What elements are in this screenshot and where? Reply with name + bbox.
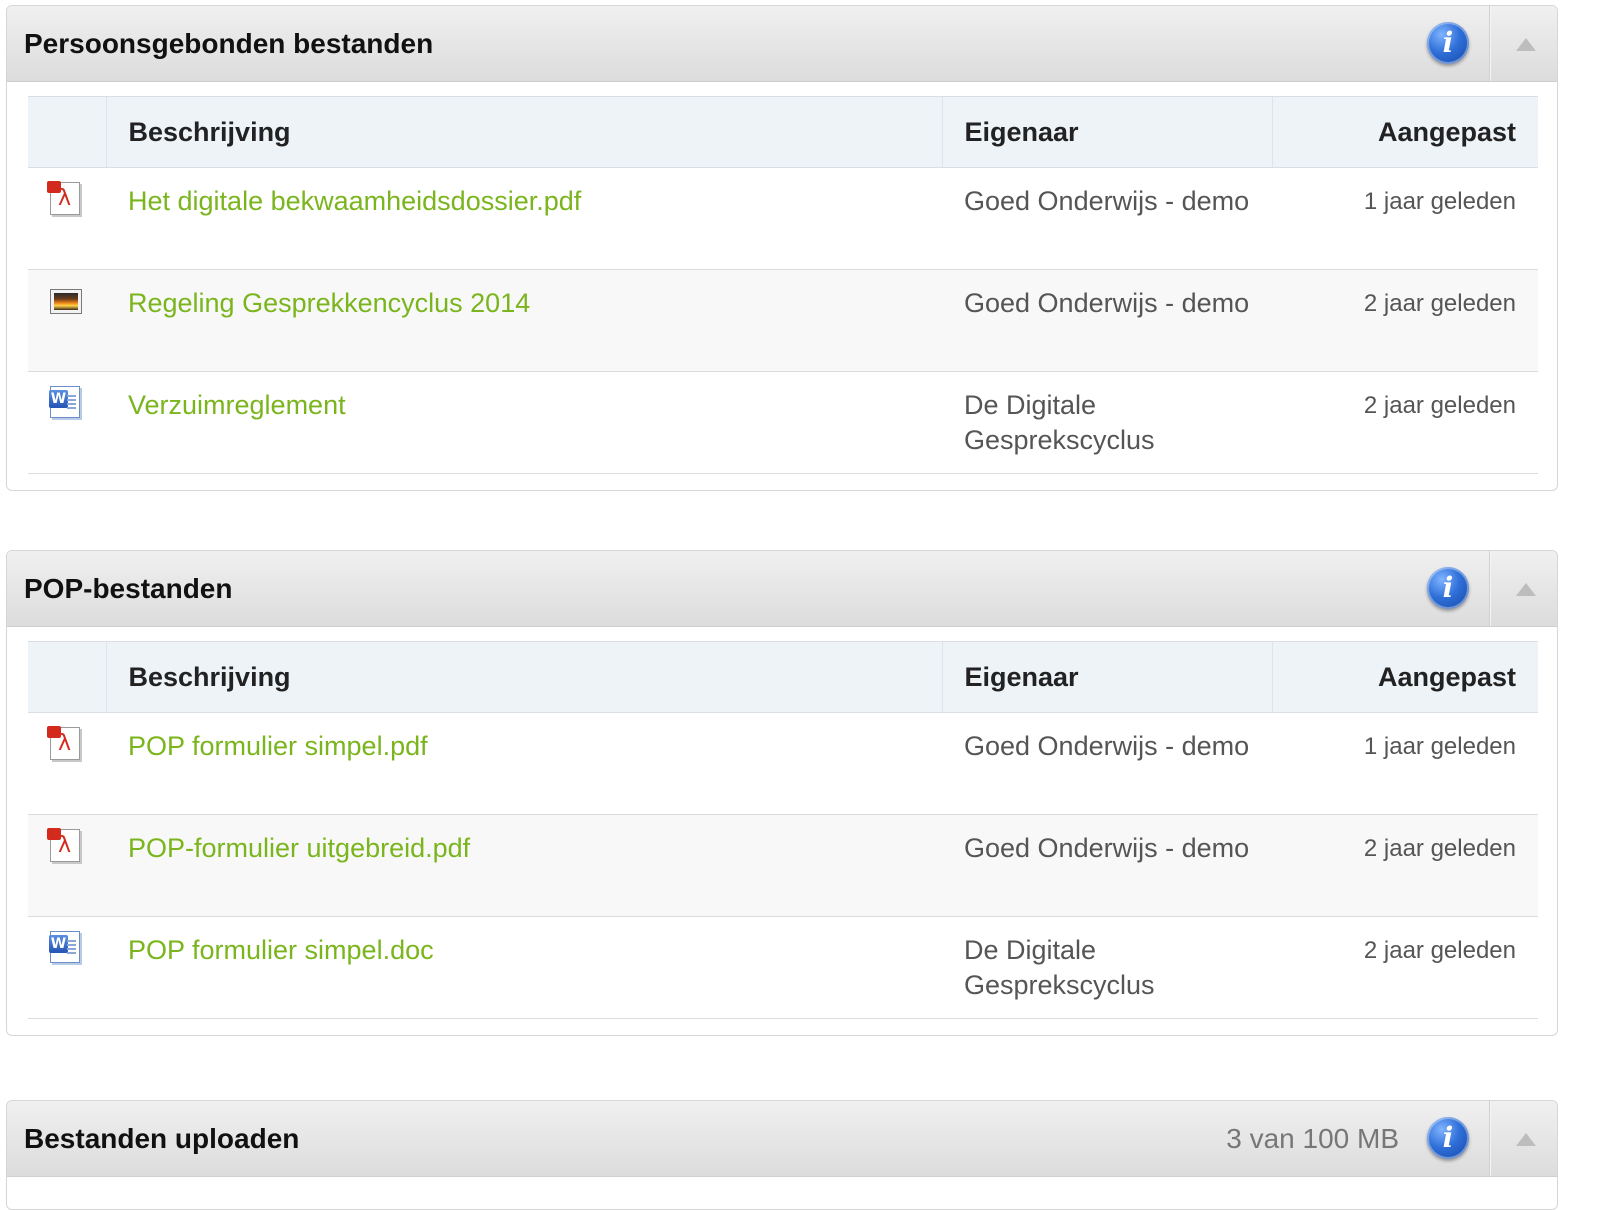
- collapse-button[interactable]: [1489, 551, 1557, 626]
- column-header-owner[interactable]: Eigenaar: [941, 641, 1272, 713]
- file-modified: 1 jaar geleden: [1272, 167, 1538, 270]
- collapse-button[interactable]: [1489, 6, 1557, 81]
- file-link[interactable]: Regeling Gesprekkencyclus 2014: [128, 288, 530, 318]
- panel-header: POP-bestanden i: [7, 551, 1557, 627]
- word-file-icon: W: [49, 931, 80, 963]
- icon-column-header: [28, 96, 106, 168]
- table-row: POP-formulier uitgebreid.pdf Goed Onderw…: [28, 814, 1538, 917]
- file-link[interactable]: Verzuimreglement: [128, 390, 346, 420]
- panel-pop-bestanden: POP-bestanden i Beschrijving Eigenaar Aa…: [6, 550, 1558, 1036]
- storage-quota: 3 van 100 MB: [1226, 1123, 1399, 1154]
- file-link[interactable]: POP formulier simpel.pdf: [128, 731, 428, 761]
- file-modified: 2 jaar geleden: [1272, 814, 1538, 917]
- files-table: Beschrijving Eigenaar Aangepast POP form…: [28, 641, 1538, 1019]
- image-file-icon: [50, 289, 82, 314]
- file-link[interactable]: POP formulier simpel.doc: [128, 935, 434, 965]
- chevron-up-icon: [1516, 583, 1536, 596]
- table-row: POP formulier simpel.pdf Goed Onderwijs …: [28, 712, 1538, 815]
- panel-title: Persoonsgebonden bestanden: [24, 28, 434, 59]
- file-owner: De Digitale Gesprekscyclus: [942, 916, 1272, 1019]
- icon-column-header: [28, 641, 106, 713]
- info-icon[interactable]: i: [1427, 1117, 1469, 1159]
- chevron-up-icon: [1516, 1133, 1536, 1146]
- column-header-owner[interactable]: Eigenaar: [941, 96, 1272, 168]
- chevron-up-icon: [1516, 38, 1536, 51]
- column-header-description[interactable]: Beschrijving: [105, 96, 942, 168]
- collapse-button[interactable]: [1489, 1101, 1557, 1176]
- panel-header: Persoonsgebonden bestanden i: [7, 6, 1557, 82]
- panel-title: Bestanden uploaden: [24, 1123, 300, 1154]
- panel-title: POP-bestanden: [24, 573, 233, 604]
- file-modified: 2 jaar geleden: [1272, 916, 1538, 1019]
- column-header-modified[interactable]: Aangepast: [1271, 96, 1538, 168]
- file-owner: Goed Onderwijs - demo: [942, 712, 1272, 815]
- info-icon[interactable]: i: [1427, 567, 1469, 609]
- table-row: W POP formulier simpel.doc De Digitale G…: [28, 916, 1538, 1019]
- file-link[interactable]: POP-formulier uitgebreid.pdf: [128, 833, 470, 863]
- column-header-description[interactable]: Beschrijving: [105, 641, 942, 713]
- files-table: Beschrijving Eigenaar Aangepast Het digi…: [28, 96, 1538, 474]
- file-owner: De Digitale Gesprekscyclus: [942, 371, 1272, 474]
- table-row: Regeling Gesprekkencyclus 2014 Goed Onde…: [28, 269, 1538, 372]
- file-owner: Goed Onderwijs - demo: [942, 814, 1272, 917]
- column-header-modified[interactable]: Aangepast: [1271, 641, 1538, 713]
- table-row: W Verzuimreglement De Digitale Gespreksc…: [28, 371, 1538, 474]
- file-link[interactable]: Het digitale bekwaamheidsdossier.pdf: [128, 186, 581, 216]
- file-modified: 1 jaar geleden: [1272, 712, 1538, 815]
- file-modified: 2 jaar geleden: [1272, 269, 1538, 372]
- table-header-row: Beschrijving Eigenaar Aangepast: [28, 96, 1538, 168]
- panel-persoonsgebonden-bestanden: Persoonsgebonden bestanden i Beschrijvin…: [6, 5, 1558, 491]
- info-icon[interactable]: i: [1427, 22, 1469, 64]
- file-owner: Goed Onderwijs - demo: [942, 269, 1272, 372]
- table-header-row: Beschrijving Eigenaar Aangepast: [28, 641, 1538, 713]
- table-row: Het digitale bekwaamheidsdossier.pdf Goe…: [28, 167, 1538, 270]
- pdf-file-icon: [47, 828, 80, 862]
- file-owner: Goed Onderwijs - demo: [942, 167, 1272, 270]
- panel-header: Bestanden uploaden 3 van 100 MB i: [7, 1101, 1557, 1177]
- file-modified: 2 jaar geleden: [1272, 371, 1538, 474]
- pdf-file-icon: [47, 726, 80, 760]
- pdf-file-icon: [47, 181, 80, 215]
- word-file-icon: W: [49, 386, 80, 418]
- panel-bestanden-uploaden: Bestanden uploaden 3 van 100 MB i: [6, 1100, 1558, 1210]
